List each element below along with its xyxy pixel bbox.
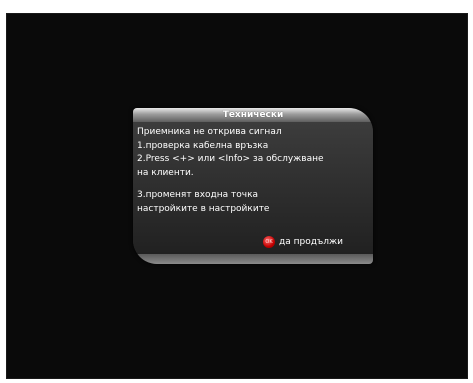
dialog-header: Технически	[133, 108, 373, 122]
continue-label: да продължи	[279, 237, 343, 247]
instruction-step-3-continued: настройките в настройките	[137, 204, 270, 214]
no-signal-message: Приемника не открива сигнал	[137, 127, 282, 137]
dialog-body: Приемника не открива сигнал 1.проверка к…	[133, 122, 373, 264]
dialog-bottom-bar	[133, 254, 373, 264]
technical-message-dialog: Технически Приемника не открива сигнал 1…	[133, 108, 373, 264]
red-button-icon: OK	[263, 236, 275, 248]
instruction-step-2: 2.Press <+> или <Info> за обслужване	[137, 154, 324, 164]
instruction-step-3: 3.променят входна точка	[137, 190, 259, 200]
instruction-step-1: 1.проверка кабелна връзка	[137, 141, 269, 151]
continue-hint[interactable]: OK да продължи	[263, 235, 369, 249]
red-button-label: OK	[265, 239, 273, 245]
dialog-title: Технически	[222, 110, 284, 120]
tv-screen: Технически Приемника не открива сигнал 1…	[6, 13, 468, 379]
instruction-step-2-continued: на клиенти.	[137, 168, 194, 178]
